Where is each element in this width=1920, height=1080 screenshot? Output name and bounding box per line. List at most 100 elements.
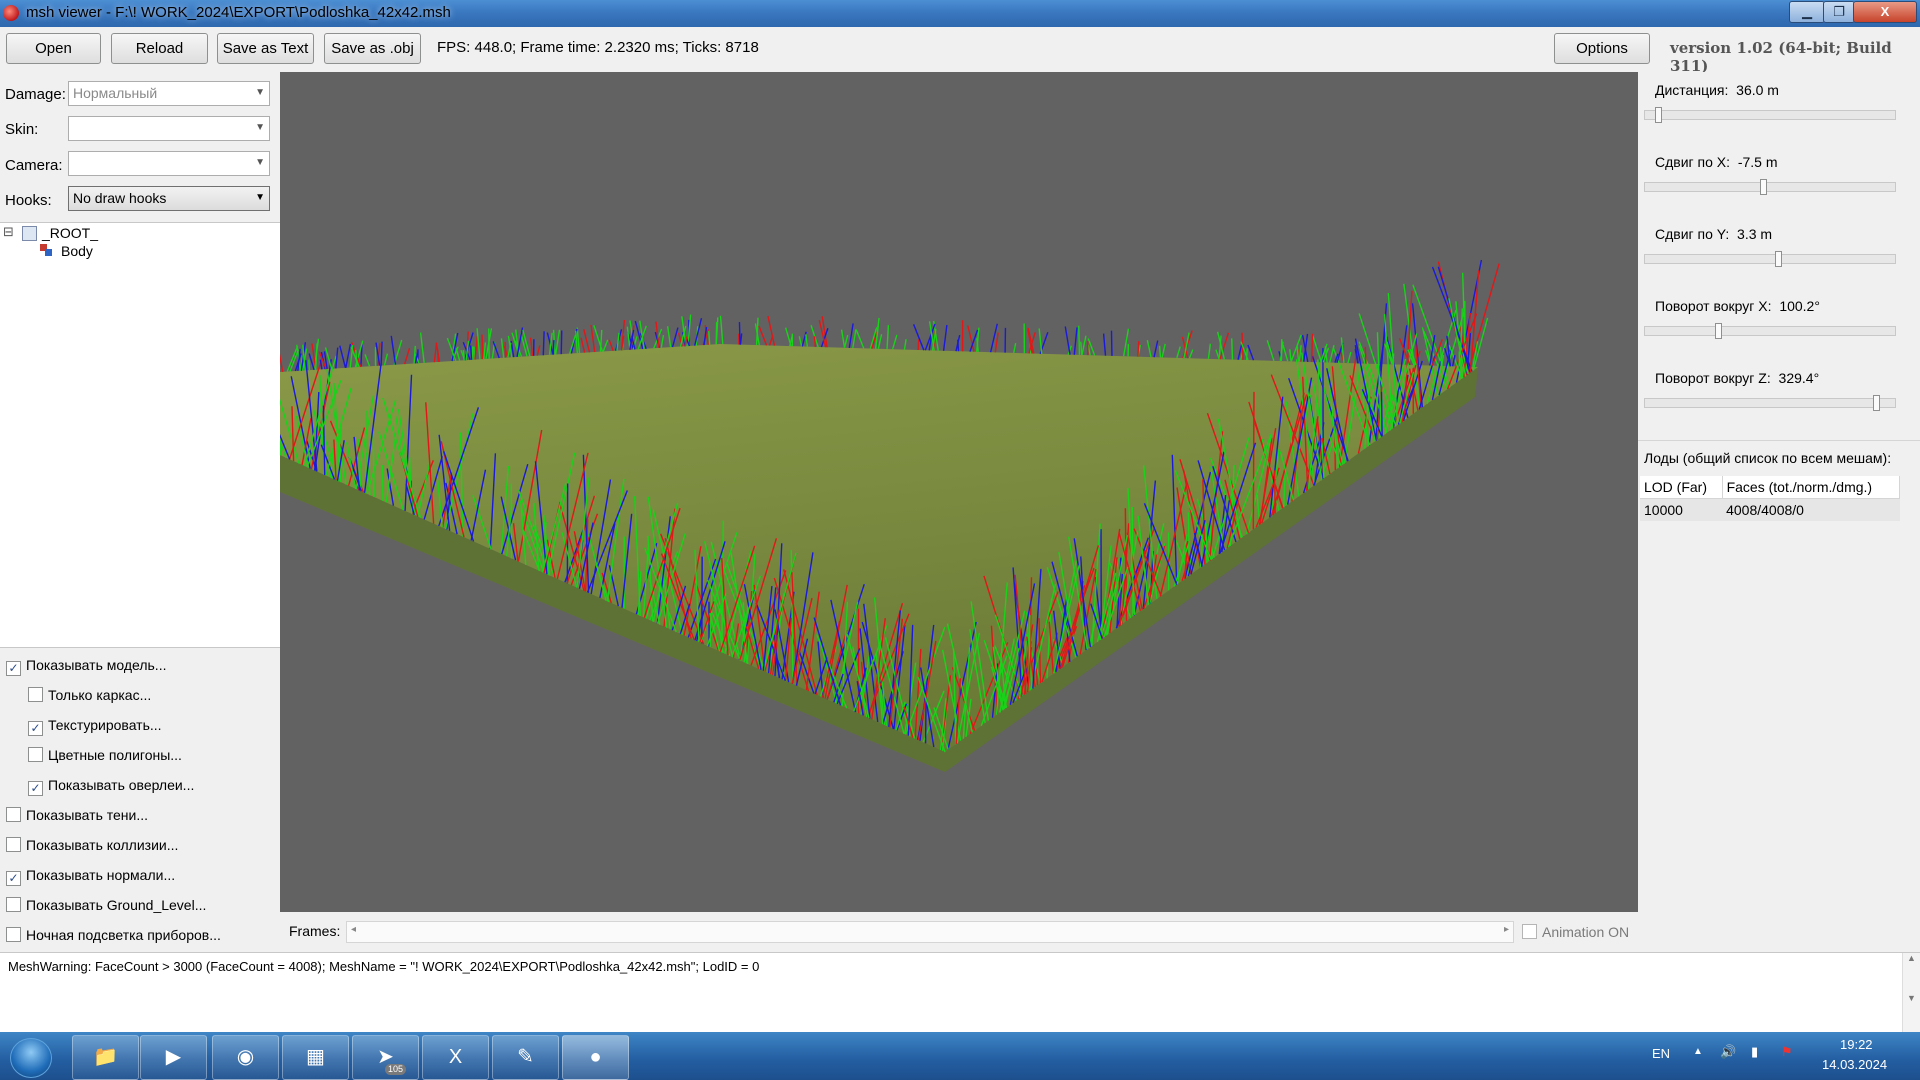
rotate-x-slider[interactable] — [1644, 323, 1896, 339]
network-icon[interactable]: ▮ — [1751, 1044, 1758, 1060]
mesh-render[interactable] — [280, 72, 1638, 912]
scroll-left-icon[interactable]: ◂ — [351, 924, 356, 935]
frames-label: Frames: — [289, 923, 341, 939]
normal-line — [380, 341, 383, 366]
check-show-collisions[interactable]: Показывать коллизии... — [6, 837, 178, 853]
normal-line — [1215, 349, 1220, 360]
check-night-lighting[interactable]: Ночная подсветка приборов... — [6, 927, 221, 943]
normal-line — [1158, 345, 1162, 358]
tray-expand-icon[interactable]: ▲ — [1693, 1046, 1703, 1057]
camera-select[interactable]: ▼ — [68, 151, 270, 176]
checkbox-icon[interactable]: ✓ — [6, 661, 21, 676]
shift-y-slider[interactable] — [1644, 251, 1896, 267]
normal-line — [583, 329, 591, 353]
shift-x-label: Сдвиг по X: -7.5 m — [1655, 154, 1778, 170]
chrome-icon[interactable]: ◉ — [212, 1035, 279, 1080]
column-header-lod[interactable]: LOD (Far) — [1640, 476, 1723, 499]
checkbox-icon[interactable] — [6, 927, 21, 942]
maximize-button[interactable]: ❐ — [1823, 1, 1855, 23]
check-texture[interactable]: ✓ Текстурировать... — [28, 717, 162, 736]
table-row[interactable]: 10000 4008/4008/0 — [1640, 498, 1900, 521]
save-as-text-button[interactable]: Save as Text — [217, 33, 314, 64]
check-color-polygons[interactable]: Цветные полигоны... — [28, 747, 182, 763]
shift-y-value: 3.3 m — [1737, 226, 1773, 242]
check-wireframe-only[interactable]: Только каркас... — [28, 687, 151, 703]
checkbox-icon[interactable]: ✓ — [28, 781, 43, 796]
normal-line — [1080, 341, 1083, 356]
title-bar[interactable]: msh viewer - F:\! WORK_2024\EXPORT\Podlo… — [0, 0, 1920, 27]
open-button[interactable]: Open — [6, 33, 101, 64]
check-show-ground-level[interactable]: Показывать Ground_Level... — [6, 897, 206, 913]
slider-thumb[interactable] — [1775, 251, 1782, 267]
normal-line — [1266, 340, 1275, 362]
normal-line — [1102, 333, 1107, 356]
tree-node-root[interactable]: _ROOT_ — [42, 225, 98, 241]
log-panel[interactable]: MeshWarning: FaceCount > 3000 (FaceCount… — [0, 952, 1920, 1033]
check-show-overlays[interactable]: ✓ Показывать оверлеи... — [28, 777, 194, 796]
explorer-icon[interactable]: 📁 — [72, 1035, 139, 1080]
check-show-shadows[interactable]: Показывать тени... — [6, 807, 148, 823]
checkbox-icon[interactable] — [6, 897, 21, 912]
save-as-obj-button[interactable]: Save as .obj — [324, 33, 421, 64]
telegram-icon[interactable]: ➤ 105 — [352, 1035, 419, 1080]
normal-line — [1247, 344, 1255, 361]
hooks-select[interactable]: No draw hooks ▼ — [68, 186, 270, 211]
animation-toggle[interactable]: Animation ON — [1522, 924, 1629, 940]
checkbox-icon[interactable] — [6, 837, 21, 852]
normal-line — [715, 321, 718, 345]
normal-line — [1161, 343, 1166, 358]
check-show-normals[interactable]: ✓ Показывать нормали... — [6, 867, 175, 886]
log-scrollbar[interactable]: ▲ ▼ — [1902, 953, 1920, 1033]
language-indicator[interactable]: EN — [1652, 1046, 1670, 1061]
media-player-icon[interactable]: ▶ — [140, 1035, 207, 1080]
shift-x-slider[interactable] — [1644, 179, 1896, 195]
mesh-tree[interactable]: ⊟ _ROOT_ Body — [0, 222, 280, 648]
scroll-right-icon[interactable]: ▸ — [1504, 924, 1509, 935]
damage-select[interactable]: Нормальный ▼ — [68, 81, 270, 106]
checkbox-icon[interactable]: ✓ — [28, 721, 43, 736]
checkbox-icon[interactable] — [1522, 924, 1537, 939]
normal-line — [433, 343, 438, 363]
distance-slider[interactable] — [1644, 107, 1896, 123]
editor-icon[interactable]: ✎ — [492, 1035, 559, 1080]
column-header-faces[interactable]: Faces (tot./norm./dmg.) — [1722, 476, 1901, 499]
slider-thumb[interactable] — [1715, 323, 1722, 339]
slider-thumb[interactable] — [1872, 395, 1880, 411]
tree-expander-icon[interactable]: ⊟ — [3, 224, 14, 240]
normal-line — [1289, 349, 1292, 362]
normal-line — [942, 324, 948, 351]
tree-node-body[interactable]: Body — [61, 243, 93, 259]
clock-date[interactable]: 14.03.2024 — [1822, 1057, 1887, 1072]
reload-button[interactable]: Reload — [111, 33, 208, 64]
excel-icon[interactable]: X — [422, 1035, 489, 1080]
clock-time[interactable]: 19:22 — [1840, 1037, 1873, 1052]
normal-line — [1273, 470, 1276, 514]
slider-thumb[interactable] — [1655, 107, 1662, 123]
normal-line — [1188, 349, 1194, 359]
checkbox-icon[interactable] — [28, 687, 43, 702]
normal-line — [798, 336, 803, 347]
msh-viewer-icon[interactable]: ● — [562, 1035, 629, 1080]
calculator-icon[interactable]: ▦ — [282, 1035, 349, 1080]
telegram-badge: 105 — [385, 1064, 407, 1075]
close-button[interactable]: X — [1853, 1, 1917, 23]
minimize-button[interactable]: ▁ — [1789, 1, 1825, 23]
chevron-down-icon: ▼ — [255, 122, 265, 133]
start-button[interactable] — [10, 1038, 52, 1078]
checkbox-icon[interactable] — [28, 747, 43, 762]
frames-scrollbar[interactable]: ◂ ▸ — [346, 921, 1514, 943]
3d-viewport[interactable] — [280, 72, 1638, 912]
volume-icon[interactable]: 🔊 — [1720, 1044, 1736, 1060]
rotate-z-slider[interactable] — [1644, 395, 1896, 411]
options-button[interactable]: Options — [1554, 33, 1650, 64]
check-show-model[interactable]: ✓ Показывать модель... — [6, 657, 166, 676]
checkbox-icon[interactable] — [6, 807, 21, 822]
normal-line — [554, 329, 561, 355]
action-center-icon[interactable]: ⚑ — [1781, 1044, 1793, 1060]
checkbox-icon[interactable]: ✓ — [6, 871, 21, 886]
lods-table[interactable]: LOD (Far) Faces (tot./norm./dmg.) 10000 … — [1640, 476, 1901, 521]
normal-line — [474, 336, 478, 360]
skin-select[interactable]: ▼ — [68, 116, 270, 141]
slider-thumb[interactable] — [1760, 179, 1767, 195]
normal-line — [852, 329, 857, 349]
